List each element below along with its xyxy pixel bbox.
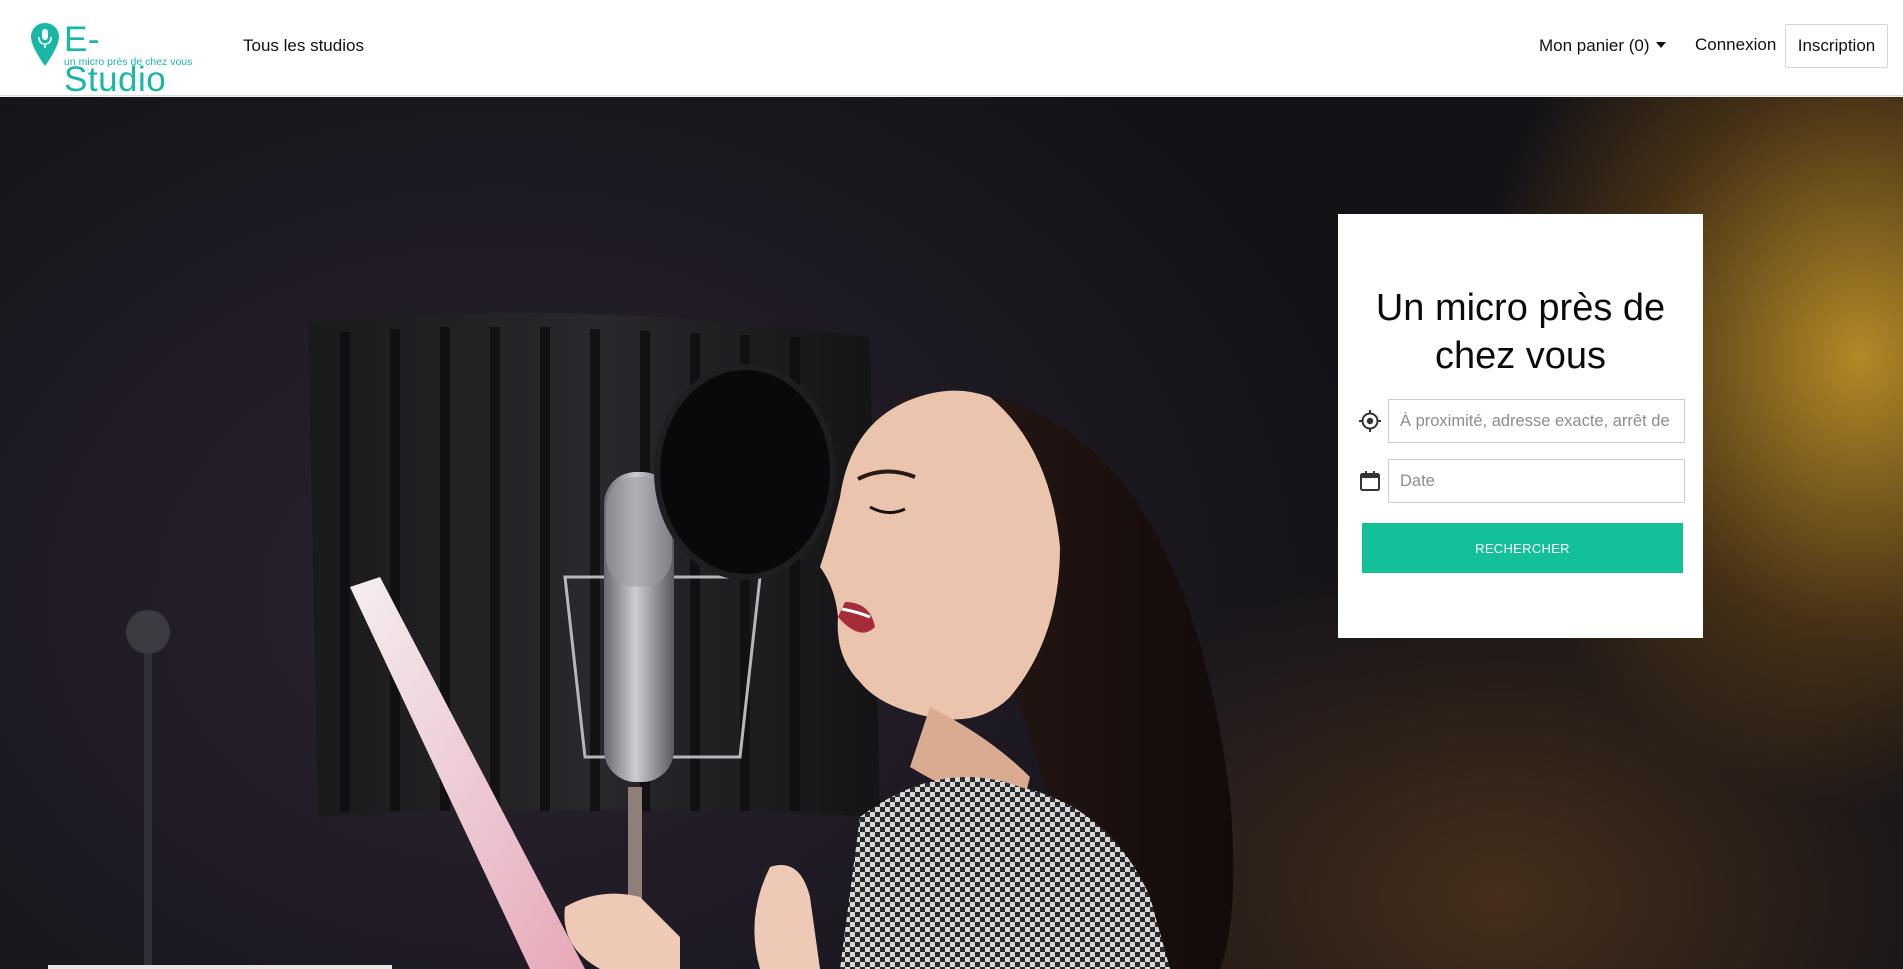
date-field-row <box>1358 459 1685 503</box>
brand-logo[interactable]: E-Studio un micro près de chez vous <box>30 20 200 99</box>
location-input[interactable] <box>1388 399 1685 443</box>
search-card: Un micro près de chez vous RECHERCHER <box>1338 214 1703 638</box>
search-title: Un micro près de chez vous <box>1375 287 1666 377</box>
date-input[interactable] <box>1388 459 1685 503</box>
brand-tagline: un micro près de chez vous <box>64 56 193 68</box>
caret-down-icon <box>1655 42 1666 48</box>
signup-button[interactable]: Inscription <box>1785 24 1888 68</box>
cart-label: Mon panier (0) <box>1539 36 1650 55</box>
crosshair-location-icon[interactable] <box>1358 409 1382 433</box>
nav-cart-dropdown[interactable]: Mon panier (0) <box>1539 34 1666 58</box>
hero-bottom-strip <box>48 965 392 969</box>
map-pin-icon <box>31 23 59 66</box>
nav-link-login[interactable]: Connexion <box>1695 33 1776 57</box>
search-button[interactable]: RECHERCHER <box>1362 523 1683 573</box>
location-field-row <box>1358 399 1685 443</box>
calendar-icon[interactable] <box>1358 469 1382 493</box>
nav-link-all-studios[interactable]: Tous les studios <box>243 34 364 58</box>
top-navbar: E-Studio un micro près de chez vous Tous… <box>0 0 1903 99</box>
